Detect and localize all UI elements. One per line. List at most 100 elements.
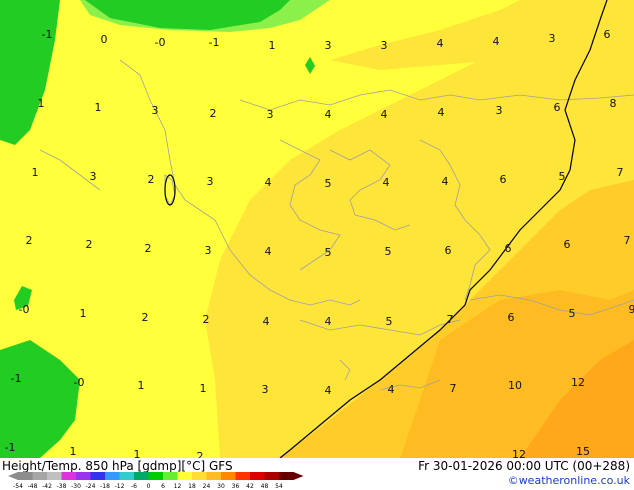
scale-cell [177,472,192,480]
temp-label: 4 [325,315,332,328]
scale-tick-label: -30 [71,483,81,489]
temp-label: 5 [325,246,332,259]
temp-label: 4 [325,108,332,121]
temp-label: 6 [604,28,611,41]
scale-tick-label: 48 [261,483,269,489]
scale-tick-label: 30 [217,483,225,489]
temp-label: -0 [19,303,30,316]
temp-label: 3 [381,39,388,52]
temp-label: 3 [496,104,503,117]
temp-label: 4 [493,35,500,48]
temp-label: 2 [148,173,155,186]
scale-tick-label: -12 [115,483,125,489]
temp-label: 6 [445,244,452,257]
temp-label: 15 [576,445,590,458]
temp-label: 3 [267,108,274,121]
temp-label: 2 [197,450,204,458]
temp-label: 1 [200,382,207,395]
temp-label: 6 [564,238,571,251]
scale-cell [235,472,250,480]
temp-label: 4 [388,383,395,396]
temp-label: -1 [209,36,220,49]
temp-label: 0 [101,33,108,46]
scale-tick-label: 18 [188,483,196,489]
temp-label: 6 [508,311,515,324]
scale-cell [90,472,105,480]
temp-label: 5 [559,170,566,183]
temp-label: 8 [610,97,617,110]
scale-cell [221,472,236,480]
temp-label: 2 [142,311,149,324]
temp-label: 3 [207,175,214,188]
scale-cell [119,472,134,480]
temp-label: 3 [205,244,212,257]
scale-cell [148,472,163,480]
temp-label: 1 [269,39,276,52]
scale-tick-label: -38 [57,483,67,489]
scale-cell [76,472,91,480]
temp-label: 2 [210,107,217,120]
temp-label: -1 [11,372,22,385]
scale-cell [279,472,294,480]
temp-label: 12 [571,376,585,389]
temp-label: 4 [263,315,270,328]
temp-label: 6 [554,101,561,114]
map-canvas: -1 0 -0 -1 1 3 3 4 4 3 6 1 1 3 2 3 4 4 4 3 6 8 1 3 2 3 4 5 4 4 6 5 7 2 2 2 3… [0,0,634,458]
temp-label: 6 [505,242,512,255]
scale-tick-label: -24 [86,483,96,489]
temp-label: 3 [549,32,556,45]
temp-label: 1 [38,97,45,110]
temp-label: 3 [262,383,269,396]
temp-label: 4 [437,37,444,50]
temp-label: -0 [155,36,166,49]
temp-label: 5 [385,245,392,258]
temp-label: 3 [325,39,332,52]
temp-label: 10 [508,379,522,392]
scale-cell [105,472,120,480]
temp-label: 2 [86,238,93,251]
scale-tick-label: -48 [28,483,38,489]
temp-label: 4 [381,108,388,121]
temp-label: 7 [624,234,631,247]
temp-label: -1 [42,28,53,41]
temp-label: 12 [512,448,526,458]
temp-label: 4 [442,175,449,188]
scale-cell [264,472,279,480]
scale-tick-label: -42 [42,483,52,489]
scale-cell [192,472,207,480]
scale-cell [163,472,178,480]
weather-map: -1 0 -0 -1 1 3 3 4 4 3 6 1 1 3 2 3 4 4 4 3 6 8 1 3 2 3 4 5 4 4 6 5 7 2 2 2 3… [0,0,634,458]
scale-tick-label: -18 [100,483,110,489]
temp-label: 7 [447,313,454,326]
scale-arrow-right [293,472,304,480]
temp-label: 4 [265,176,272,189]
scale-cell [206,472,221,480]
scale-tick-label: 0 [147,483,151,489]
temp-label: 4 [438,106,445,119]
temp-label: 4 [325,384,332,397]
color-scale: -54 -48 -42 -38 -30 -24 -18 -12 -6 0 6 12 18 24 30 36 42… [8,472,304,489]
scale-arrow-left [8,472,18,480]
temp-label: -0 [74,376,85,389]
scale-cell [47,472,62,480]
temp-label: 1 [134,448,141,458]
temp-label: 2 [145,242,152,255]
temp-label: 7 [617,166,624,179]
temp-label: 4 [265,245,272,258]
scale-cell [134,472,149,480]
scale-tick-label: 6 [161,483,165,489]
scale-cell [250,472,265,480]
scale-tick-label: 24 [203,483,211,489]
temp-label: 5 [325,177,332,190]
scale-tick-label: -54 [13,483,23,489]
temp-label: 1 [80,307,87,320]
valid-time: Fr 30-01-2026 00:00 UTC (00+288) [418,459,630,473]
scale-cell [61,472,76,480]
temp-label: 7 [450,382,457,395]
temp-label: 5 [386,315,393,328]
temp-label: -1 [5,441,16,454]
temp-label: 6 [500,173,507,186]
temp-label: 2 [203,313,210,326]
scale-tick-label: -6 [131,483,137,489]
credit-link[interactable]: ©weatheronline.co.uk [508,474,630,487]
